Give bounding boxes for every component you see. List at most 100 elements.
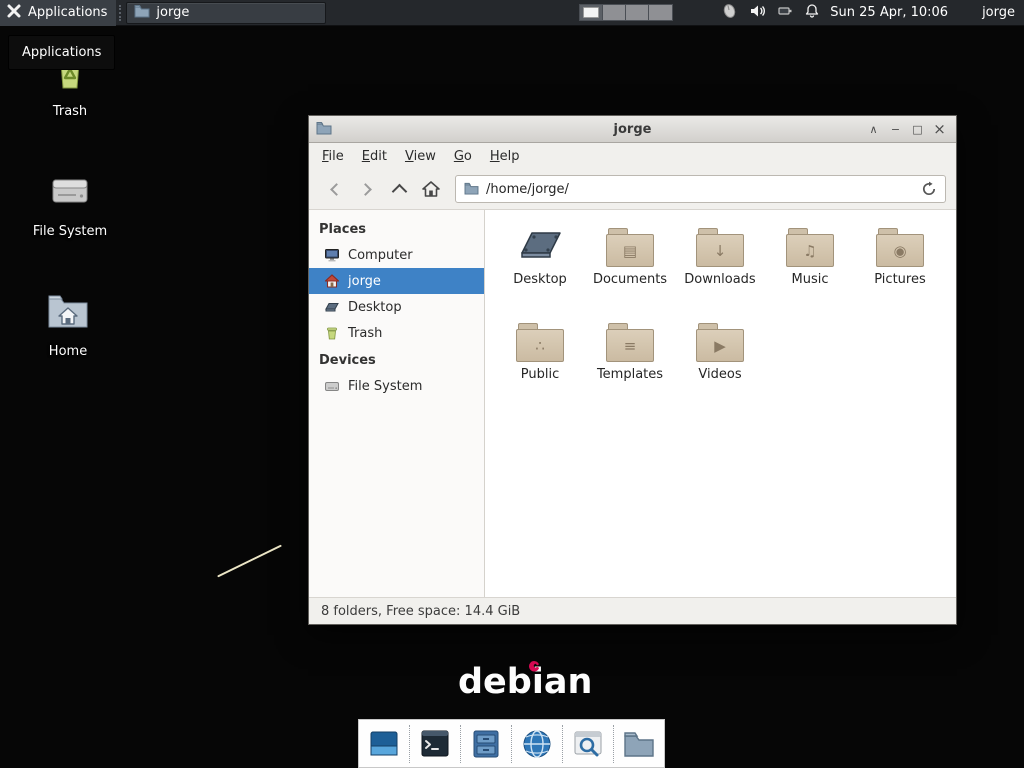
sidebar-item-label: File System — [348, 379, 422, 394]
desktop-icon-label: Trash — [53, 104, 87, 119]
file-item-documents[interactable]: ▤ Documents — [585, 223, 675, 318]
panel-user-menu[interactable]: jorge — [982, 5, 1015, 20]
debian-wordmark: debian — [458, 662, 592, 702]
file-cabinet-icon — [469, 727, 503, 761]
file-label: Desktop — [513, 272, 567, 287]
sidebar: Places Computer — [309, 210, 485, 597]
folder-icon: ↓ — [696, 228, 744, 267]
applications-menu-label: Applications — [28, 5, 107, 20]
folder-icon: ▶ — [696, 323, 744, 362]
launcher-file-manager[interactable] — [465, 723, 507, 765]
pathbar-folder-icon — [464, 180, 479, 199]
window-body: Places Computer — [309, 210, 956, 597]
sidebar-item-label: Trash — [348, 326, 382, 341]
minimize-button[interactable]: − — [886, 120, 905, 139]
panel-right-cluster: Sun 25 Apr, 10:06 jorge — [579, 3, 1024, 23]
file-item-videos[interactable]: ▶ Videos — [675, 318, 765, 413]
menu-edit[interactable]: Edit — [353, 145, 396, 168]
file-item-pictures[interactable]: ◉ Pictures — [855, 223, 945, 318]
file-item-desktop[interactable]: Desktop — [495, 223, 585, 318]
file-label: Pictures — [874, 272, 925, 287]
file-item-downloads[interactable]: ↓ Downloads — [675, 223, 765, 318]
sidebar-item-jorge[interactable]: jorge — [309, 268, 484, 294]
folder-icon: ∴ — [516, 323, 564, 362]
menu-file[interactable]: File — [313, 145, 353, 168]
shade-button[interactable]: ∧ — [864, 120, 883, 139]
desktop-icon-label: Home — [49, 344, 87, 359]
xfce-applications-icon — [6, 3, 22, 23]
folder-icon: ≡ — [606, 323, 654, 362]
menu-view[interactable]: View — [396, 145, 445, 168]
taskbar-window-button[interactable]: jorge — [126, 2, 326, 24]
launcher-app-finder[interactable] — [567, 723, 609, 765]
arrow-up-icon — [391, 184, 407, 200]
folder-icon: ♫ — [786, 228, 834, 267]
chevron-left-icon — [330, 183, 343, 196]
sidebar-item-file-system[interactable]: File System — [309, 373, 484, 399]
sidebar-item-desktop[interactable]: Desktop — [309, 294, 484, 320]
workspace-window-preview — [583, 7, 599, 18]
desktop-icon-home[interactable]: Home — [20, 289, 116, 359]
location-bar[interactable]: /home/jorge/ — [455, 175, 946, 203]
desktop-icon — [324, 300, 340, 314]
maximize-button[interactable]: □ — [908, 120, 927, 139]
up-button[interactable] — [383, 174, 415, 204]
panel-clock[interactable]: Sun 25 Apr, 10:06 — [830, 5, 948, 20]
video-emblem-icon: ▶ — [696, 329, 744, 362]
dock-separator — [613, 725, 614, 763]
dock-separator — [511, 725, 512, 763]
file-item-templates[interactable]: ≡ Templates — [585, 318, 675, 413]
sidebar-item-label: Computer — [348, 248, 413, 263]
taskbar-window-label: jorge — [156, 5, 189, 20]
folder-icon — [622, 729, 656, 759]
launcher-web-browser[interactable] — [516, 723, 558, 765]
launcher-folder-menu[interactable] — [618, 723, 660, 765]
menu-go[interactable]: Go — [445, 145, 481, 168]
debian-logo: debian — [458, 662, 592, 702]
bottom-dock — [358, 719, 665, 768]
sidebar-places-header: Places — [309, 215, 484, 242]
launcher-show-desktop[interactable] — [363, 723, 405, 765]
sidebar-item-trash[interactable]: Trash — [309, 320, 484, 346]
home-icon — [421, 180, 441, 198]
trash-icon — [324, 326, 340, 340]
file-item-music[interactable]: ♫ Music — [765, 223, 855, 318]
desktop-icon-file-system[interactable]: File System — [22, 169, 118, 239]
documents-emblem-icon: ▤ — [606, 234, 654, 267]
globe-icon — [520, 727, 554, 761]
debian-swirl-icon — [528, 660, 540, 672]
desktop-artifact-line — [217, 545, 282, 578]
terminal-icon — [418, 727, 452, 761]
desktop: Applications jorge — [0, 0, 1024, 768]
notifications-bell-icon[interactable] — [804, 3, 820, 23]
panel-handle[interactable] — [119, 5, 121, 21]
window-titlebar[interactable]: jorge ∧ − □ × — [309, 116, 956, 143]
reload-button[interactable] — [921, 181, 937, 197]
workspace-4[interactable] — [649, 5, 672, 20]
download-arrow-emblem-icon: ↓ — [696, 234, 744, 267]
sidebar-item-computer[interactable]: Computer — [309, 242, 484, 268]
back-button[interactable] — [319, 174, 351, 204]
file-manager-window: jorge ∧ − □ × File Edit View Go Help — [308, 115, 957, 625]
forward-button[interactable] — [351, 174, 383, 204]
workspace-3[interactable] — [626, 5, 649, 20]
home-button[interactable] — [415, 174, 447, 204]
reload-icon — [921, 181, 937, 197]
power-manager-icon[interactable] — [777, 3, 793, 23]
close-button[interactable]: × — [930, 120, 949, 139]
volume-icon[interactable] — [749, 3, 766, 23]
location-path[interactable]: /home/jorge/ — [486, 182, 569, 197]
home-folder-icon — [45, 289, 91, 337]
launcher-terminal[interactable] — [414, 723, 456, 765]
top-panel: Applications jorge — [0, 0, 1024, 26]
workspace-1[interactable] — [580, 5, 603, 20]
menu-help[interactable]: Help — [481, 145, 529, 168]
applications-menu-button[interactable]: Applications — [0, 0, 116, 26]
file-label: Documents — [593, 272, 667, 287]
workspace-2[interactable] — [603, 5, 626, 20]
statusbar: 8 folders, Free space: 14.4 GiB — [309, 597, 956, 624]
window-title: jorge — [614, 122, 652, 137]
file-item-public[interactable]: ∴ Public — [495, 318, 585, 413]
applications-tooltip: Applications — [8, 35, 115, 70]
mouse-settings-icon[interactable] — [721, 3, 738, 23]
